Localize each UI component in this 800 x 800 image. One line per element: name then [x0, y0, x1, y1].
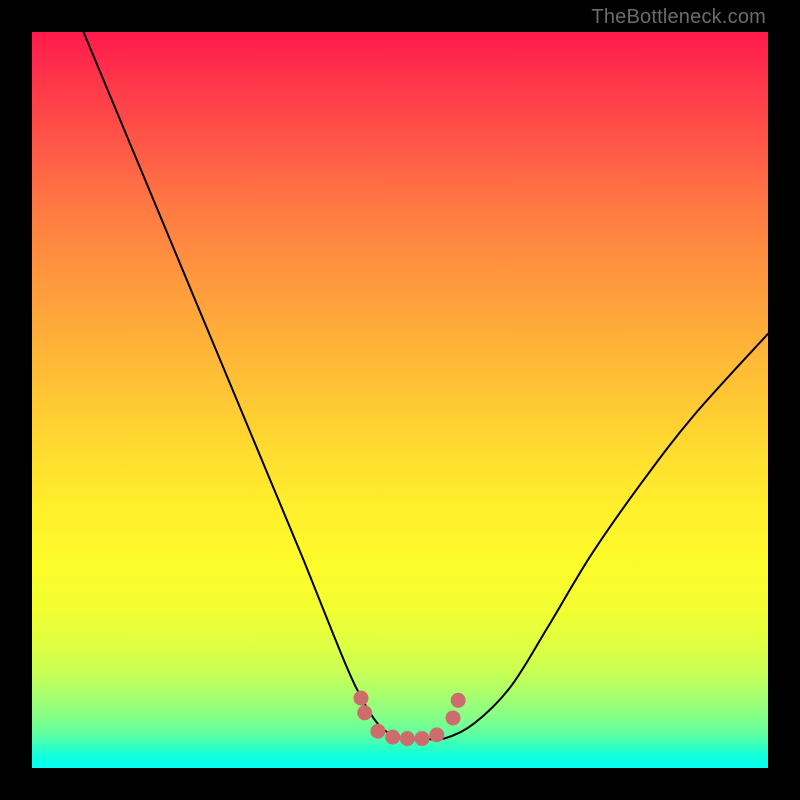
highlight-dot: [429, 727, 444, 742]
highlight-dot: [415, 731, 430, 746]
highlight-dot: [357, 705, 372, 720]
highlight-dot: [400, 731, 415, 746]
curve-layer: [32, 32, 768, 768]
bottleneck-curve: [84, 32, 768, 740]
plot-area: [32, 32, 768, 768]
highlight-dot: [385, 730, 400, 745]
highlight-dot: [353, 691, 368, 706]
chart-frame: TheBottleneck.com: [0, 0, 800, 800]
watermark-text: TheBottleneck.com: [591, 6, 766, 29]
highlight-dot: [451, 693, 466, 708]
highlight-dot: [445, 710, 460, 725]
highlight-dot: [370, 724, 385, 739]
